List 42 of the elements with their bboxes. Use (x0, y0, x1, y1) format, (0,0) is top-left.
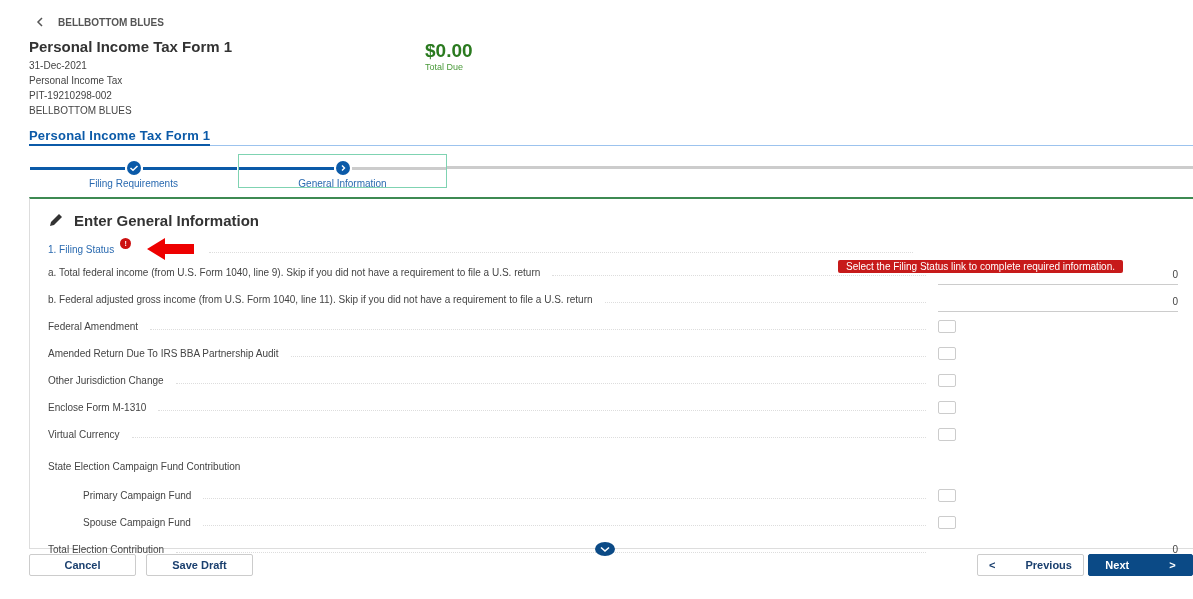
arrow-icon (147, 237, 196, 261)
checkbox[interactable] (938, 347, 956, 360)
checkbox[interactable] (938, 401, 956, 414)
total-amount: $0.00 (425, 40, 473, 62)
section-title: Enter General Information (74, 211, 260, 229)
amount-field[interactable]: 0 (938, 295, 1178, 312)
checkbox[interactable] (938, 428, 956, 441)
field-label: Other Jurisdiction Change (48, 375, 164, 386)
detail-text: Personal Income Tax (29, 74, 124, 88)
field-label: a. Total federal income (from U.S. Form 1040, line 9). Skip if you did not have a requirement to file a U.S. return (48, 267, 541, 278)
total-value: 0 (1171, 544, 1178, 555)
field-label: b. Federal adjusted gross income (from U.S. Form 1040, line 11). Skip if you did not have a requirement to file a U.S. return (48, 294, 593, 305)
field-label: Spouse Campaign Fund (83, 517, 191, 528)
checkbox[interactable] (938, 516, 956, 529)
step[interactable]: Filing Requirements (29, 154, 238, 188)
field-label: Virtual Currency (48, 429, 120, 440)
footer-button[interactable]: Save Draft (146, 554, 253, 576)
detail-text: BELLBOTTOM BLUES (29, 104, 133, 118)
filing-status-link[interactable]: 1. Filing Status (48, 243, 115, 255)
checkbox[interactable] (938, 320, 956, 333)
previous-button[interactable]: < Previous (977, 554, 1084, 576)
next-button[interactable]: Next > (1088, 554, 1193, 576)
back-link[interactable]: BELLBOTTOM BLUES (29, 0, 1193, 30)
detail-text: PIT-19210298-002 (29, 89, 113, 103)
field-label: Total Election Contribution (48, 544, 165, 555)
form-title: Personal Income Tax Form 1 (29, 38, 234, 57)
chevron-down-icon (595, 542, 615, 556)
field-label: Enclose Form M-1310 (48, 402, 147, 413)
chevron-left-icon (36, 17, 44, 27)
form-tab[interactable]: Personal Income Tax Form 1 (29, 128, 211, 146)
footer-button[interactable]: Cancel (29, 554, 136, 576)
total-label: Total Due (425, 62, 465, 72)
checkbox[interactable] (938, 374, 956, 387)
field-label: Primary Campaign Fund (83, 490, 192, 501)
field-label: Federal Amendment (48, 321, 139, 332)
detail-text: 31-Dec-2021 (29, 59, 88, 73)
field-label: Amended Return Due To IRS BBA Partnership Audit (48, 348, 279, 359)
pencil-icon (48, 212, 64, 228)
error-tooltip: Select the Filing Status link to complete required information. (838, 260, 1124, 273)
field-label: State Election Campaign Fund Contribution (48, 461, 241, 472)
step[interactable]: General Information (238, 154, 447, 188)
checkbox[interactable] (938, 489, 956, 502)
